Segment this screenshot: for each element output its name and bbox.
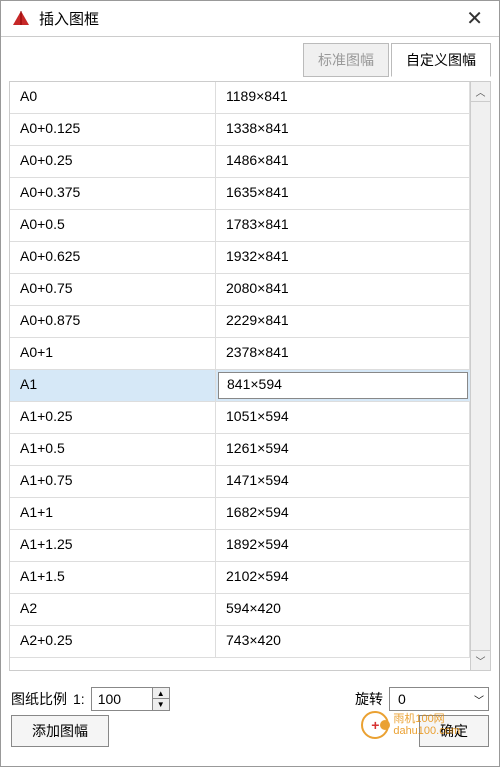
app-icon [11,9,31,29]
frame-table: A01189×841A0+0.1251338×841A0+0.251486×84… [9,81,491,671]
scroll-up-icon[interactable]: ︿ [471,82,490,102]
frame-size-cell: 1189×841 [216,82,470,113]
table-row[interactable]: A01189×841 [10,82,470,114]
frame-name-cell: A0 [10,82,216,113]
table-row[interactable]: A0+0.8752229×841 [10,306,470,338]
frame-name-cell: A1+1 [10,498,216,529]
frame-size-cell: 1261×594 [216,434,470,465]
frame-size-cell: 1051×594 [216,402,470,433]
table-row[interactable]: A0+12378×841 [10,338,470,370]
table-row[interactable]: A0+0.6251932×841 [10,242,470,274]
spinner-down-icon[interactable]: ▼ [153,699,169,710]
table-row[interactable]: A1+0.751471×594 [10,466,470,498]
frame-name-cell: A1+1.25 [10,530,216,561]
rotate-value: 0 [398,691,406,707]
frame-size-cell: 2080×841 [216,274,470,305]
close-button[interactable]: ✕ [460,6,489,31]
scale-label: 图纸比例 [11,689,67,709]
frame-size-cell: 1635×841 [216,178,470,209]
frame-size-cell: 1783×841 [216,210,470,241]
frame-name-cell: A0+0.375 [10,178,216,209]
tab-custom[interactable]: 自定义图幅 [391,43,491,77]
frame-name-cell: A0+0.625 [10,242,216,273]
frame-name-cell: A1+0.5 [10,434,216,465]
chevron-down-icon: ﹀ [474,692,484,707]
frame-name-cell: A1+0.25 [10,402,216,433]
frame-name-cell: A0+0.25 [10,146,216,177]
frame-name-cell: A0+1 [10,338,216,369]
add-frame-button[interactable]: 添加图幅 [11,715,109,747]
ok-button[interactable]: 确定 [419,715,489,747]
frame-size-cell: 1471×594 [216,466,470,497]
frame-name-cell: A0+0.875 [10,306,216,337]
frame-size-cell: 1486×841 [216,146,470,177]
frame-name-cell: A2+0.25 [10,626,216,657]
frame-size-cell: 2102×594 [216,562,470,593]
scrollbar[interactable]: ︿ ﹀ [470,82,490,670]
tab-bar: 标准图幅 自定义图幅 [1,37,499,77]
frame-name-cell: A1+0.75 [10,466,216,497]
scale-prefix: 1: [73,691,85,707]
frame-size-cell: 1892×594 [216,530,470,561]
spinner-up-icon[interactable]: ▲ [153,688,169,699]
frame-name-cell: A1+1.5 [10,562,216,593]
frame-name-cell: A0+0.75 [10,274,216,305]
table-row[interactable]: A1+1.52102×594 [10,562,470,594]
scale-spinner[interactable]: ▲ ▼ [91,687,170,711]
frame-name-cell: A0+0.125 [10,114,216,145]
frame-size-cell: 594×420 [216,594,470,625]
frame-size-cell: 743×420 [216,626,470,657]
frame-name-cell: A0+0.5 [10,210,216,241]
scroll-down-icon[interactable]: ﹀ [471,650,490,670]
table-row[interactable]: A0+0.3751635×841 [10,178,470,210]
tab-standard[interactable]: 标准图幅 [303,43,389,77]
table-row[interactable]: A2594×420 [10,594,470,626]
rotate-label: 旋转 [355,689,383,709]
frame-name-cell: A1 [10,370,216,401]
table-row[interactable]: A1+0.51261×594 [10,434,470,466]
table-row[interactable]: A0+0.752080×841 [10,274,470,306]
frame-size-cell: 2229×841 [216,306,470,337]
frame-size-cell: 1682×594 [216,498,470,529]
frame-size-cell: 1338×841 [216,114,470,145]
footer: 图纸比例 1: ▲ ▼ 旋转 0 ﹀ 添加图幅 确定 [1,677,499,753]
frame-name-cell: A2 [10,594,216,625]
frame-size-cell: 2378×841 [216,338,470,369]
table-row[interactable]: A0+0.251486×841 [10,146,470,178]
titlebar: 插入图框 ✕ [1,1,499,37]
scale-input[interactable] [92,689,152,709]
table-row[interactable]: A1+0.251051×594 [10,402,470,434]
window-title: 插入图框 [39,8,460,29]
table-row[interactable]: A0+0.1251338×841 [10,114,470,146]
frame-size-cell: 1932×841 [216,242,470,273]
table-row[interactable]: A1+1.251892×594 [10,530,470,562]
rotate-select[interactable]: 0 ﹀ [389,687,489,711]
table-row[interactable]: A0+0.51783×841 [10,210,470,242]
table-row[interactable]: A2+0.25743×420 [10,626,470,658]
table-row[interactable]: A1 841×594 [10,370,470,402]
frame-size-cell[interactable]: 841×594 [218,372,468,399]
table-row[interactable]: A1+11682×594 [10,498,470,530]
